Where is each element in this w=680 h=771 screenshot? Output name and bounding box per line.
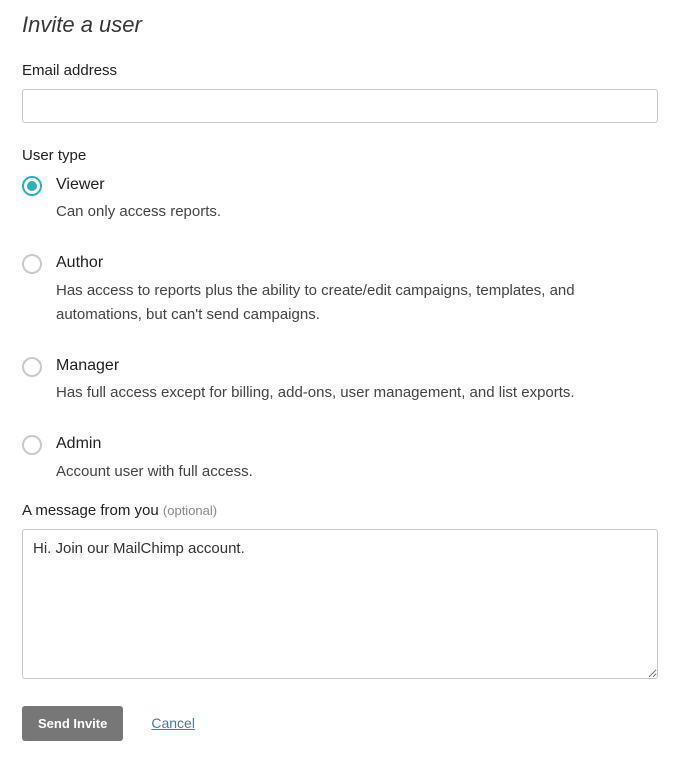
send-invite-button[interactable]: Send Invite	[22, 706, 123, 741]
message-textarea[interactable]	[22, 529, 658, 679]
user-type-radio-group: Viewer Can only access reports. Author H…	[22, 174, 658, 484]
radio-icon[interactable]	[22, 176, 42, 196]
cancel-link[interactable]: Cancel	[151, 715, 195, 731]
radio-title: Author	[56, 252, 658, 274]
radio-manager[interactable]: Manager Has full access except for billi…	[22, 355, 658, 405]
radio-title: Viewer	[56, 174, 658, 196]
radio-title: Manager	[56, 355, 658, 377]
radio-viewer[interactable]: Viewer Can only access reports.	[22, 174, 658, 224]
radio-desc: Has access to reports plus the ability t…	[56, 279, 658, 327]
message-label-main: A message from you	[22, 502, 163, 519]
radio-admin[interactable]: Admin Account user with full access.	[22, 433, 658, 483]
radio-title: Admin	[56, 433, 658, 455]
radio-icon[interactable]	[22, 254, 42, 274]
message-label-optional: (optional)	[163, 503, 217, 518]
email-label: Email address	[22, 62, 658, 79]
email-input[interactable]	[22, 89, 658, 123]
radio-icon[interactable]	[22, 357, 42, 377]
message-label: A message from you (optional)	[22, 502, 658, 519]
radio-desc: Account user with full access.	[56, 460, 658, 484]
radio-icon[interactable]	[22, 435, 42, 455]
page-title: Invite a user	[22, 12, 658, 38]
radio-desc: Has full access except for billing, add-…	[56, 381, 658, 405]
radio-author[interactable]: Author Has access to reports plus the ab…	[22, 252, 658, 326]
user-type-label: User type	[22, 147, 658, 164]
radio-desc: Can only access reports.	[56, 200, 658, 224]
